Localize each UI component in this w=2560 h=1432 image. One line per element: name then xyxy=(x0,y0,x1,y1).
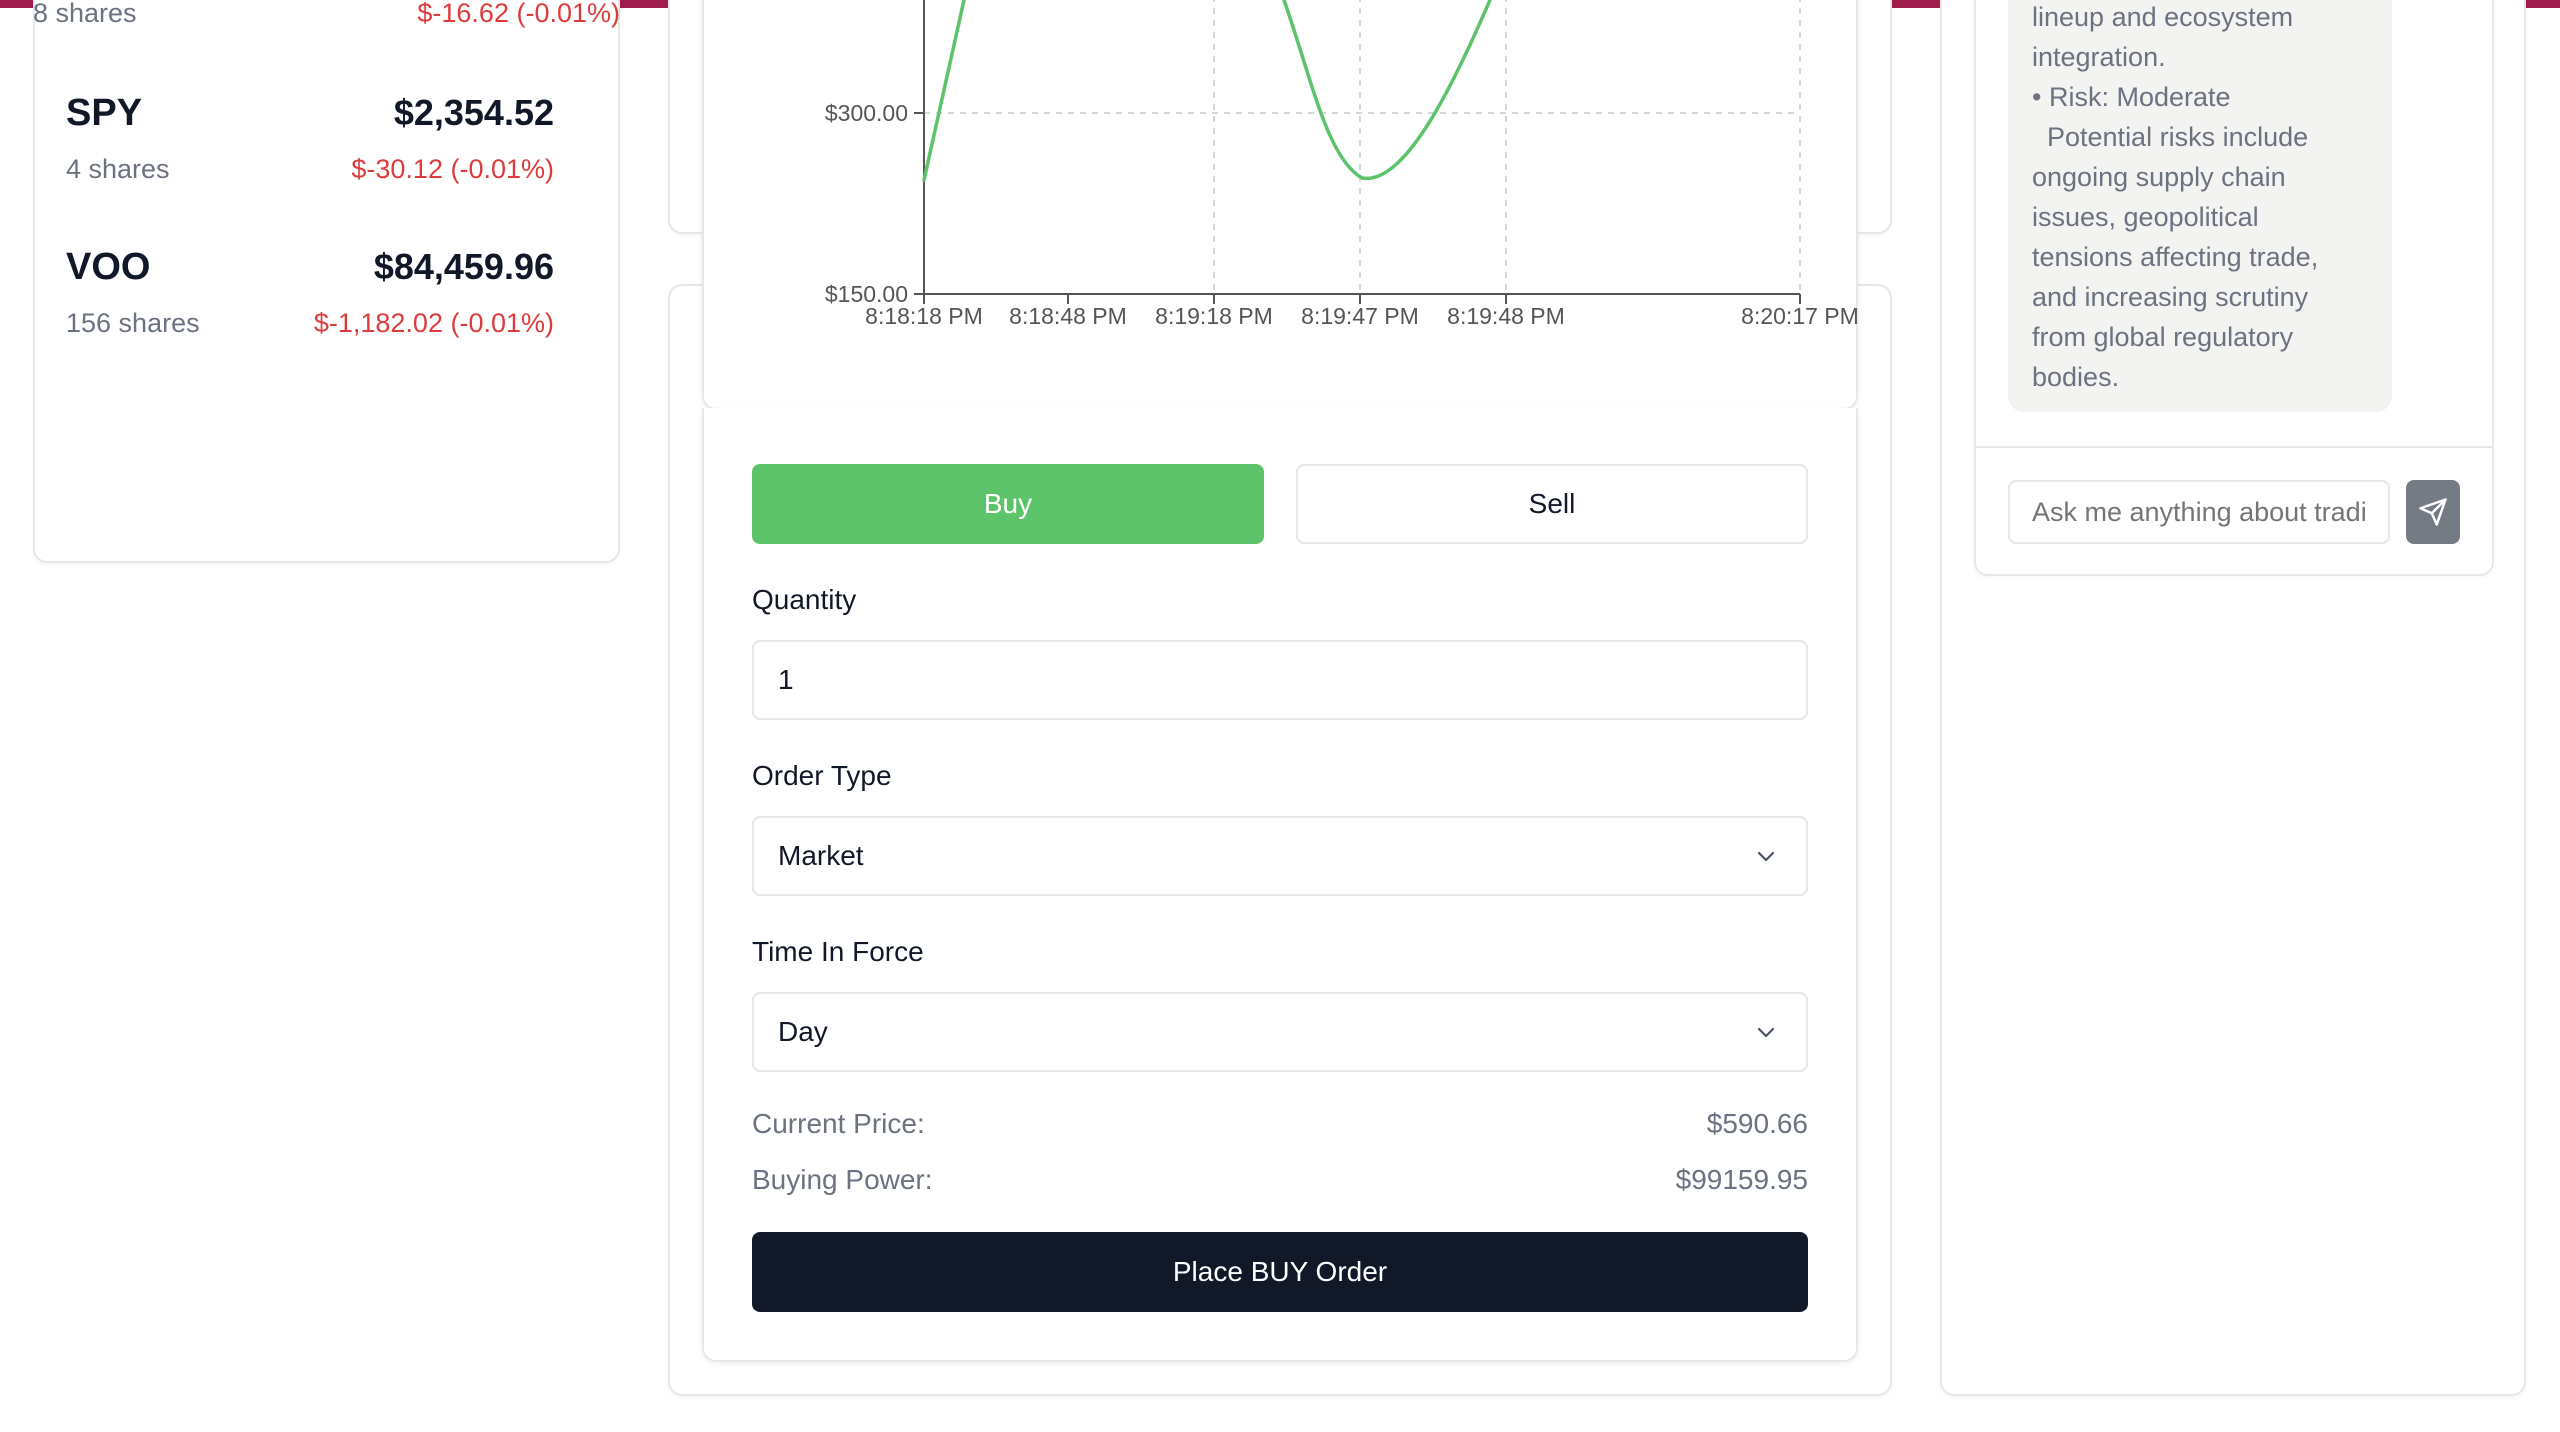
position-value: $84,459.96 xyxy=(373,246,554,287)
assistant-message-line: ongoing supply chain xyxy=(2032,162,2286,192)
quantity-label: Quantity xyxy=(752,584,857,615)
assistant-message-line: tensions affecting trade, xyxy=(2032,242,2319,272)
x-tick-label: 8:20:17 PM xyxy=(1741,303,1858,329)
chat-input[interactable] xyxy=(2008,480,2390,544)
assistant-message-line: from global regulatory xyxy=(2032,322,2294,352)
time-in-force-value: Day xyxy=(778,1016,828,1047)
current-price-value: $590.66 xyxy=(1706,1108,1808,1139)
current-price-label: Current Price: xyxy=(752,1108,925,1139)
time-in-force-select[interactable]: Day xyxy=(752,992,1808,1072)
position-shares: 156 shares xyxy=(66,308,200,338)
price-line xyxy=(922,0,966,182)
assistant-message-line: issues, geopolitical xyxy=(2032,202,2259,232)
position-value: $2,354.52 xyxy=(393,92,554,133)
chat-divider xyxy=(1976,446,2492,448)
order-type-select[interactable]: Market xyxy=(752,816,1808,896)
assistant-message-line: Potential risks include xyxy=(2032,122,2309,152)
time-in-force-label: Time In Force xyxy=(752,936,924,967)
x-tick-label: 8:19:18 PM xyxy=(1155,303,1273,329)
y-tick-label: $300.00 xyxy=(825,100,908,126)
position-shares: 4 shares xyxy=(66,154,170,184)
chevron-down-icon xyxy=(1757,1027,1775,1038)
send-icon xyxy=(2419,498,2447,526)
position-shares: 8 shares xyxy=(33,0,137,28)
order-type-label: Order Type xyxy=(752,760,892,791)
assistant-message-line: • Risk: Moderate xyxy=(2032,82,2231,112)
price-chart-svg: $150.00$300.008:18:18 PM 8:18:48 PM 8:19:1… xyxy=(825,0,1858,329)
quantity-input[interactable]: 1 xyxy=(752,640,1808,720)
assistant-message-line: lineup and ecosystem xyxy=(2032,2,2294,32)
sell-button[interactable]: Sell xyxy=(1296,464,1808,544)
quantity-value: 1 xyxy=(778,664,794,695)
send-button[interactable] xyxy=(2406,480,2460,544)
position-symbol: VOO xyxy=(66,246,151,288)
position-symbol: SPY xyxy=(66,92,143,134)
buy-button[interactable]: Buy xyxy=(752,464,1264,544)
buying-power-value: $99159.95 xyxy=(1675,1164,1808,1195)
order-type-value: Market xyxy=(778,840,864,871)
position-change: $-16.62 (-0.01%) xyxy=(417,0,620,28)
x-tick-label: 8:18:48 PM xyxy=(1009,303,1127,329)
assistant-message-line: and increasing scrutiny xyxy=(2032,282,2309,312)
place-order-button[interactable]: Place BUY Order xyxy=(752,1232,1808,1312)
assistant-message-line: bodies. xyxy=(2032,362,2120,392)
x-tick-label: 8:18:18 PM xyxy=(865,303,983,329)
price-chart: $150.00 $300.00 8:18:18 PM 8:18:48 PM 8:19:1… xyxy=(702,0,1858,410)
buying-power-label: Buying Power: xyxy=(752,1164,933,1195)
x-tick-label: 8:19:47 PM xyxy=(1301,303,1419,329)
position-change: $-30.12 (-0.01%) xyxy=(351,154,554,184)
assistant-message-line: integration. xyxy=(2032,42,2166,72)
x-tick-label: 8:19:48 PM xyxy=(1447,303,1565,329)
position-change: $-1,182.02 (-0.01%) xyxy=(313,308,554,338)
price-line xyxy=(1282,0,1492,181)
chevron-down-icon xyxy=(1757,851,1775,862)
